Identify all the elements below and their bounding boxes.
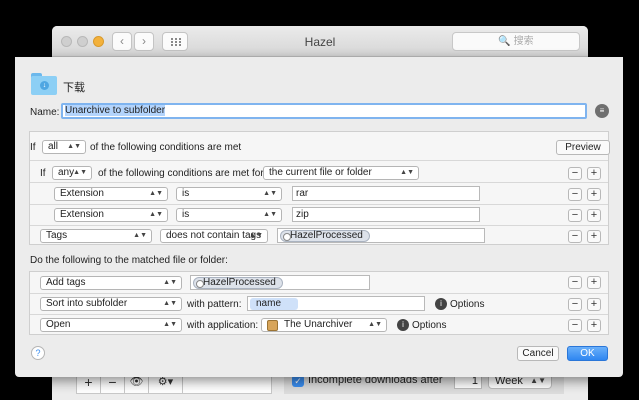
condition-operator-value: is xyxy=(182,209,190,220)
condition-value-input[interactable]: rar xyxy=(292,186,480,201)
conditions-met-label: of the following conditions are met xyxy=(90,142,242,153)
chevron-updown-icon: ▲▼ xyxy=(163,321,177,328)
tags-attribute-value: Tags xyxy=(46,230,68,241)
nested-if-label: If xyxy=(40,168,46,179)
application-value: The Unarchiver xyxy=(284,319,353,330)
tags-attribute-popup[interactable]: Tags ▲▼ xyxy=(40,229,152,243)
chevron-updown-icon: ▲▼ xyxy=(149,190,163,197)
condition-value-input[interactable]: zip xyxy=(292,207,480,222)
condition-attribute-value: Extension xyxy=(60,188,104,199)
chevron-updown-icon: ▲▼ xyxy=(368,321,382,328)
add-action-button[interactable]: + xyxy=(587,319,601,332)
rule-name-input[interactable]: Unarchive to subfolder xyxy=(61,103,587,119)
rule-name-value: Unarchive to subfolder xyxy=(65,105,166,116)
tags-operator-value: does not contain tags xyxy=(166,230,262,241)
condition-operator-value: is xyxy=(182,188,190,199)
remove-action-button[interactable]: − xyxy=(568,298,582,311)
chevron-updown-icon: ▲▼ xyxy=(73,169,87,176)
nested-conditions-label: of the following conditions are met for xyxy=(98,168,264,179)
if-label: If xyxy=(30,142,36,153)
condition-attribute-value: Extension xyxy=(60,209,104,220)
options-label[interactable]: Options xyxy=(412,320,446,331)
chevron-updown-icon: ▲▼ xyxy=(163,279,177,286)
remove-condition-button[interactable]: − xyxy=(568,188,582,201)
add-action-button[interactable]: + xyxy=(587,298,601,311)
conditions-box: If all ▲▼ of the following conditions are… xyxy=(29,131,610,245)
remove-action-button[interactable]: − xyxy=(568,319,582,332)
tags-input[interactable]: HazelProcessed xyxy=(277,228,485,243)
info-icon[interactable]: i xyxy=(397,319,409,331)
add-action-button[interactable]: + xyxy=(587,276,601,289)
chevron-updown-icon: ▲▼ xyxy=(163,300,177,307)
actions-box: Add tags ▲▼ HazelProcessed − + Sort into … xyxy=(29,271,609,335)
chevron-updown-icon: ▲▼ xyxy=(263,211,277,218)
chevron-updown-icon: ▲▼ xyxy=(133,232,147,239)
help-button[interactable]: ? xyxy=(31,346,45,360)
add-condition-button[interactable]: + xyxy=(587,167,601,180)
chevron-updown-icon: ▲▼ xyxy=(400,169,414,176)
chevron-updown-icon: ▲▼ xyxy=(67,143,81,150)
match-all-popup[interactable]: all ▲▼ xyxy=(42,140,86,154)
action-popup[interactable]: Sort into subfolder ▲▼ xyxy=(40,297,182,311)
add-condition-button[interactable]: + xyxy=(587,230,601,243)
remove-action-button[interactable]: − xyxy=(568,276,582,289)
folder-name: 下载 xyxy=(63,82,85,94)
application-popup[interactable]: The Unarchiver ▲▼ xyxy=(261,318,387,332)
with-application-label: with application: xyxy=(187,320,259,331)
folder-icon: ↓ xyxy=(31,73,57,95)
condition-attribute-popup[interactable]: Extension ▲▼ xyxy=(54,187,168,201)
action-value: Sort into subfolder xyxy=(46,298,128,309)
tag-token[interactable]: HazelProcessed xyxy=(193,277,283,289)
name-token[interactable]: name xyxy=(250,298,298,310)
rule-editor-sheet: ↓ 下载 Name: Unarchive to subfolder ≡ If a… xyxy=(15,57,623,377)
chevron-updown-icon: ▲▼ xyxy=(249,232,263,239)
unarchiver-app-icon xyxy=(267,320,278,331)
action-value: Add tags xyxy=(46,277,86,288)
add-condition-button[interactable]: + xyxy=(587,188,601,201)
match-all-value: all xyxy=(48,141,59,152)
action-popup[interactable]: Add tags ▲▼ xyxy=(40,276,182,290)
ok-button[interactable]: OK xyxy=(567,346,608,361)
match-any-popup[interactable]: any ▲▼ xyxy=(52,166,92,180)
name-label: Name: xyxy=(30,107,60,118)
options-label[interactable]: Options xyxy=(450,299,484,310)
tag-token[interactable]: HazelProcessed xyxy=(280,230,370,242)
pattern-input[interactable]: name xyxy=(247,296,425,311)
action-value: Open xyxy=(46,319,71,330)
condition-operator-popup[interactable]: is ▲▼ xyxy=(176,187,282,201)
info-icon[interactable]: i xyxy=(435,298,447,310)
actions-heading: Do the following to the matched file or … xyxy=(30,255,228,266)
chevron-updown-icon: ▲▼ xyxy=(149,211,163,218)
remove-condition-button[interactable]: − xyxy=(568,230,582,243)
chevron-updown-icon: ▲▼ xyxy=(263,190,277,197)
condition-attribute-popup[interactable]: Extension ▲▼ xyxy=(54,208,168,222)
target-popup[interactable]: the current file or folder ▲▼ xyxy=(263,166,419,180)
condition-operator-popup[interactable]: is ▲▼ xyxy=(176,208,282,222)
match-any-value: any xyxy=(58,167,75,178)
add-tags-input[interactable]: HazelProcessed xyxy=(190,275,370,290)
remove-condition-button[interactable]: − xyxy=(568,167,582,180)
target-value: the current file or folder xyxy=(269,167,372,178)
remove-condition-button[interactable]: − xyxy=(568,209,582,222)
with-pattern-label: with pattern: xyxy=(187,299,242,310)
cancel-button[interactable]: Cancel xyxy=(517,346,559,361)
action-popup[interactable]: Open ▲▼ xyxy=(40,318,182,332)
add-condition-button[interactable]: + xyxy=(587,209,601,222)
title-bar: ‹ › Hazel 🔍 搜索 xyxy=(52,26,588,57)
preview-button[interactable]: Preview xyxy=(556,140,610,155)
rule-info-icon[interactable]: ≡ xyxy=(595,104,609,118)
search-field[interactable]: 🔍 搜索 xyxy=(452,32,580,51)
tags-operator-popup[interactable]: does not contain tags ▲▼ xyxy=(160,229,268,243)
